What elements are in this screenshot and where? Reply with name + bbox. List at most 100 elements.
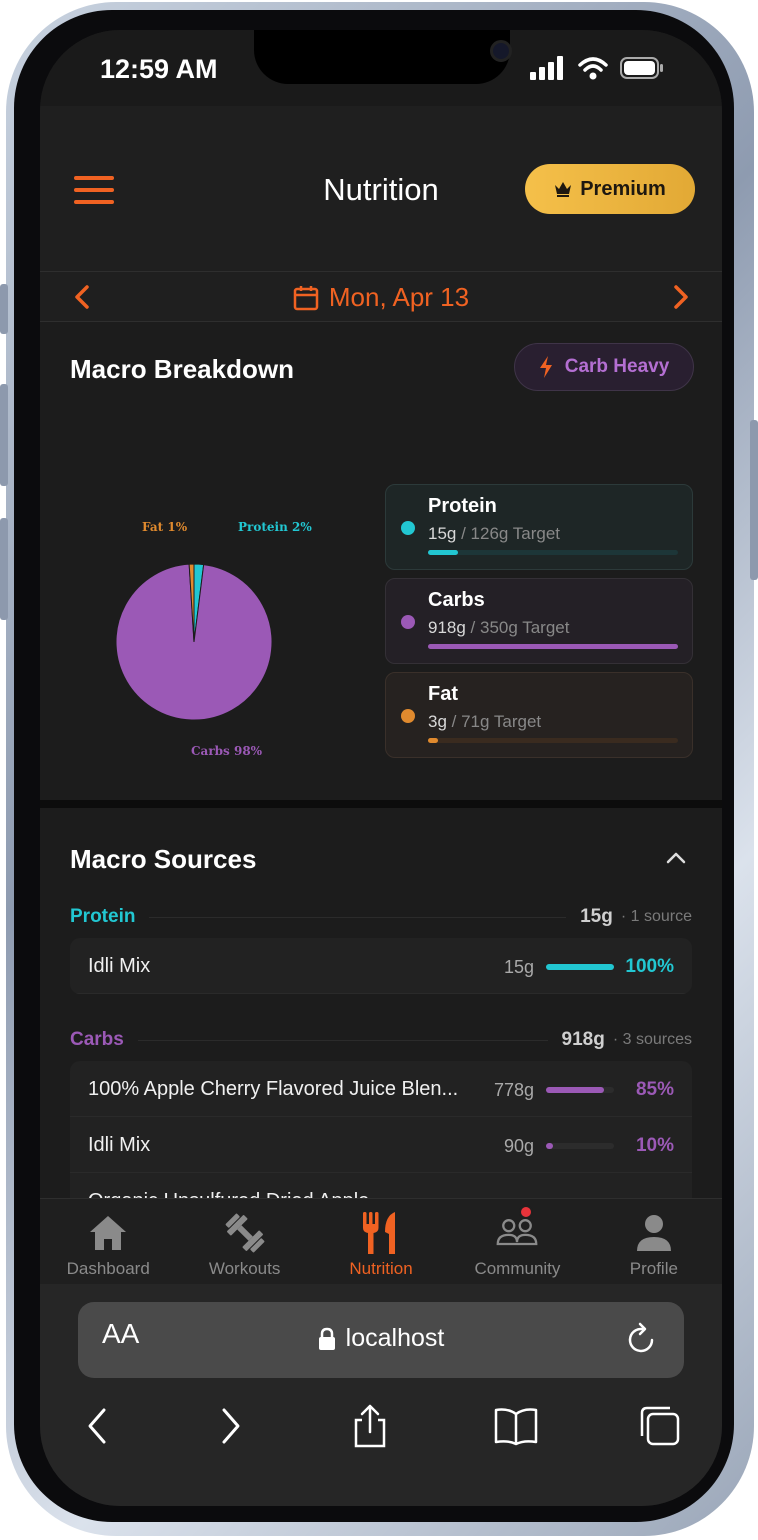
macro-progress-track <box>428 738 678 743</box>
macro-sources-card: Macro Sources Protein 15g · 1 source Idli M… <box>40 808 722 1198</box>
source-row[interactable]: 100% Apple Cherry Flavored Juice Blen...… <box>70 1061 692 1117</box>
home-icon <box>86 1211 130 1255</box>
battery-icon <box>620 57 663 79</box>
macro-value: 3g <box>428 712 447 731</box>
nav-dashboard[interactable]: Dashboard <box>40 1199 176 1284</box>
source-grams: 15g <box>503 957 534 977</box>
macro-value-row: 918g / 350g Target <box>428 618 678 638</box>
nav-label-community: Community <box>474 1259 561 1278</box>
chevron-right-icon[interactable] <box>665 282 695 312</box>
source-percent: 100% <box>625 956 674 977</box>
forward-icon[interactable] <box>208 1404 252 1448</box>
macro-sources-title: Macro Sources <box>70 844 257 874</box>
chevron-up-icon[interactable] <box>664 848 688 868</box>
share-icon[interactable] <box>348 1404 392 1448</box>
source-grams: 90g <box>503 1136 534 1156</box>
date-label: Mon, Apr 13 <box>328 282 470 312</box>
macro-box-fat: Fat 3g / 71g Target <box>385 672 693 758</box>
macro-name: Fat <box>428 683 458 705</box>
macro-progress-fill <box>428 550 458 555</box>
source-row[interactable]: Idli Mix 15g 100% <box>70 938 692 994</box>
url-text: localhost <box>345 1324 445 1352</box>
reload-icon[interactable] <box>626 1322 658 1356</box>
nav-profile[interactable]: Profile <box>586 1199 722 1284</box>
volume-down-button <box>0 518 8 620</box>
section-divider <box>40 800 722 808</box>
source-percent: 85% <box>635 1079 674 1100</box>
dumbbell-icon <box>223 1211 267 1255</box>
source-grams: 778g <box>493 1080 534 1100</box>
macro-name: Protein <box>428 495 497 517</box>
bookmarks-icon[interactable] <box>494 1404 538 1448</box>
source-group-total: 15g <box>580 906 613 927</box>
source-share-track <box>546 1143 614 1149</box>
bottom-nav: Dashboard Workouts Nutrition Community P… <box>40 1198 722 1284</box>
nav-workouts[interactable]: Workouts <box>176 1199 312 1284</box>
tabs-icon[interactable] <box>638 1404 682 1448</box>
source-list: Idli Mix 15g 100% <box>70 938 692 994</box>
group-divider <box>149 916 567 918</box>
back-icon[interactable] <box>76 1404 120 1448</box>
nav-label-workouts: Workouts <box>208 1259 281 1278</box>
app-header: Nutrition Premium <box>40 106 722 272</box>
source-percent: 10% <box>635 1135 674 1156</box>
source-share-fill <box>546 964 614 970</box>
carb-heavy-badge: Carb Heavy <box>514 343 694 391</box>
macro-target: / 350g Target <box>465 618 570 637</box>
macro-progress-fill <box>428 644 678 649</box>
nav-label-nutrition: Nutrition <box>349 1259 413 1278</box>
macro-name: Carbs <box>428 589 485 611</box>
calendar-icon <box>293 285 319 310</box>
nav-label-dashboard: Dashboard <box>66 1259 150 1278</box>
source-share-fill <box>546 1143 553 1149</box>
wifi-icon <box>578 57 608 80</box>
status-bar: 12:59 AM <box>40 30 722 106</box>
source-share-track <box>546 964 614 970</box>
front-camera <box>490 40 512 62</box>
pie-label-protein: Protein 2% <box>238 520 312 534</box>
source-group-name: Carbs <box>70 1029 124 1050</box>
status-time: 12:59 AM <box>100 54 218 84</box>
macro-target: / 126g Target <box>456 524 561 543</box>
source-group-header: Carbs 918g · 3 sources <box>70 1027 692 1053</box>
macro-value: 15g <box>428 524 457 543</box>
browser-toolbar <box>40 1396 722 1456</box>
macro-breakdown-title: Macro Breakdown <box>70 354 294 384</box>
source-list: 100% Apple Cherry Flavored Juice Blen...… <box>70 1061 692 1198</box>
mute-switch <box>0 284 8 334</box>
macro-progress-track <box>428 644 678 649</box>
source-group-total: 918g <box>561 1029 605 1050</box>
lock-icon <box>318 1327 335 1350</box>
fork-knife-icon <box>359 1211 403 1255</box>
source-row[interactable]: Idli Mix 90g 10% <box>70 1117 692 1173</box>
signal-icon <box>530 56 563 80</box>
community-icon <box>495 1211 539 1255</box>
source-food-name: Idli Mix <box>88 1134 151 1156</box>
source-row[interactable]: Organic Unsulfured Dried Apple <box>70 1173 692 1198</box>
macro-pie-chart: Fat 1% Protein 2% Carbs 98% <box>110 462 340 758</box>
nav-nutrition[interactable]: Nutrition <box>313 1199 449 1284</box>
nav-community[interactable]: Community <box>449 1199 585 1284</box>
macro-box-protein: Protein 15g / 126g Target <box>385 484 693 570</box>
screen: 12:59 AM Nutrition Premium Mon, Apr 13 M… <box>40 30 722 1506</box>
source-group-header: Protein 15g · 1 source <box>70 904 692 930</box>
premium-button[interactable]: Premium <box>525 164 695 214</box>
source-share-track <box>546 1087 614 1093</box>
macro-value-row: 3g / 71g Target <box>428 712 678 732</box>
crown-icon <box>555 182 572 197</box>
macro-dot <box>401 615 415 629</box>
source-food-name: Organic Unsulfured Dried Apple <box>88 1190 369 1198</box>
volume-up-button <box>0 384 8 486</box>
pie-svg <box>115 563 273 721</box>
date-display[interactable]: Mon, Apr 13 <box>40 282 722 313</box>
group-divider <box>137 1039 548 1041</box>
source-food-name: Idli Mix <box>88 955 151 977</box>
source-share-fill <box>546 1087 604 1093</box>
macro-target: / 71g Target <box>446 712 542 731</box>
macro-progress-fill <box>428 738 438 743</box>
browser-chrome: AA localhost <box>40 1284 722 1506</box>
address-bar[interactable]: AA localhost <box>78 1302 684 1378</box>
macro-value: 918g <box>428 618 466 637</box>
macro-box-carbs: Carbs 918g / 350g Target <box>385 578 693 664</box>
url-display[interactable]: localhost <box>78 1324 684 1353</box>
